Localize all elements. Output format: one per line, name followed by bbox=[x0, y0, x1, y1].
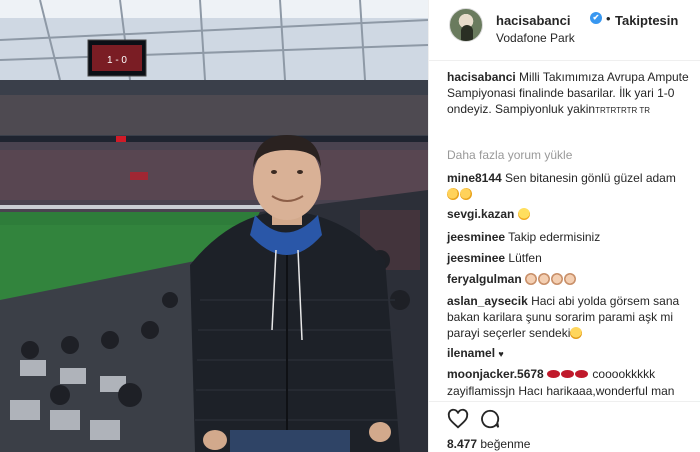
post-header: hacisabanci ✔ • Takiptesin Vodafone Park bbox=[429, 0, 700, 52]
man-jeans bbox=[230, 430, 350, 452]
header-divider bbox=[429, 60, 700, 61]
smiling-face-emoji-icon bbox=[517, 208, 530, 220]
lips-emoji-icon bbox=[547, 370, 561, 378]
scoreboard-text: 1 - 0 bbox=[107, 55, 127, 66]
comment-username[interactable]: zayiflamissjn bbox=[447, 384, 515, 398]
comment-username[interactable]: jeesminee bbox=[447, 251, 505, 265]
load-more-comments-link[interactable]: Daha fazla yorum yükle bbox=[447, 148, 572, 162]
comment-item: moonjacker.5678 cooookkkkk bbox=[447, 366, 699, 382]
post-side-panel: hacisabanci ✔ • Takiptesin Vodafone Park… bbox=[428, 0, 700, 452]
likes-number: 8.477 bbox=[447, 437, 478, 451]
comment-item: feryalgulman bbox=[447, 271, 699, 287]
laughing-face-emoji-icon bbox=[570, 327, 583, 339]
raised-hands-emoji-icon bbox=[525, 273, 538, 285]
comment-text: Takip edermisiniz bbox=[508, 230, 601, 244]
comment-item: aslan_aysecik Haci abi yolda görsem sana… bbox=[447, 293, 699, 341]
comment-username[interactable]: aslan_aysecik bbox=[447, 294, 528, 308]
likes-count[interactable]: 8.477 beğenme bbox=[447, 437, 530, 451]
clapping-hands-emoji-icon bbox=[447, 188, 459, 200]
avatar[interactable] bbox=[449, 8, 483, 42]
comment-text: Sen bitanesin gönlü güzel adam bbox=[505, 171, 676, 185]
comment-item: zayiflamissjn Hacı harikaaa,wonderful ma… bbox=[447, 383, 699, 399]
post-caption: hacisabanci Milli Takımımıza Avrupa Ampu… bbox=[447, 69, 697, 119]
comment-text: Lütfen bbox=[508, 251, 542, 265]
raised-hands-emoji-icon bbox=[564, 273, 577, 285]
author-username[interactable]: hacisabanci bbox=[496, 13, 570, 28]
likes-label: beğenme bbox=[480, 437, 531, 451]
location-link[interactable]: Vodafone Park bbox=[496, 31, 575, 45]
comment-item: jeesminee Takip edermisiniz bbox=[447, 229, 699, 245]
verified-badge-icon: ✔ bbox=[590, 12, 602, 24]
avatar-figure bbox=[461, 25, 473, 41]
caption-tags: TRTRTRTR TR bbox=[595, 106, 651, 115]
comment-item: mine8144 Sen bitanesin gönlü güzel adam bbox=[447, 170, 699, 202]
instagram-post: 1 - 0 hacisabanci ✔ • Takiptesin Vodafon… bbox=[0, 0, 700, 452]
comment-username[interactable]: mine8144 bbox=[447, 171, 502, 185]
raised-hands-emoji-icon bbox=[551, 273, 564, 285]
comment-text: Hacı harikaaa,wonderful man bbox=[518, 384, 675, 398]
comment-username[interactable]: feryalgulman bbox=[447, 272, 522, 286]
lips-emoji-icon bbox=[575, 370, 589, 378]
raised-hands-emoji-icon bbox=[538, 273, 551, 285]
clapping-hands-emoji-icon bbox=[460, 188, 472, 200]
lips-emoji-icon bbox=[561, 370, 575, 378]
caption-username[interactable]: hacisabanci bbox=[447, 70, 516, 84]
header-separator: • bbox=[606, 11, 611, 26]
comment-username[interactable]: sevgi.kazan bbox=[447, 207, 514, 221]
comment-item: ilenamel ♥ bbox=[447, 345, 699, 362]
speech-bubble-icon[interactable] bbox=[479, 408, 501, 430]
comment-username[interactable]: ilenamel bbox=[447, 346, 495, 360]
comment-item: sevgi.kazan bbox=[447, 206, 699, 222]
post-actions-bar bbox=[429, 404, 700, 432]
stadium-photo-illustration: 1 - 0 bbox=[0, 0, 428, 452]
comment-username[interactable]: jeesminee bbox=[447, 230, 505, 244]
post-photo[interactable]: 1 - 0 bbox=[0, 0, 428, 452]
heart-outline-icon[interactable] bbox=[447, 408, 469, 430]
follow-status-button[interactable]: Takiptesin bbox=[615, 13, 678, 28]
comment-item: jeesminee Lütfen bbox=[447, 250, 699, 266]
comment-text: cooookkkkk bbox=[592, 367, 656, 381]
comment-username[interactable]: moonjacker.5678 bbox=[447, 367, 544, 381]
actions-divider bbox=[429, 401, 700, 402]
heart-emoji-icon: ♥ bbox=[498, 349, 504, 359]
